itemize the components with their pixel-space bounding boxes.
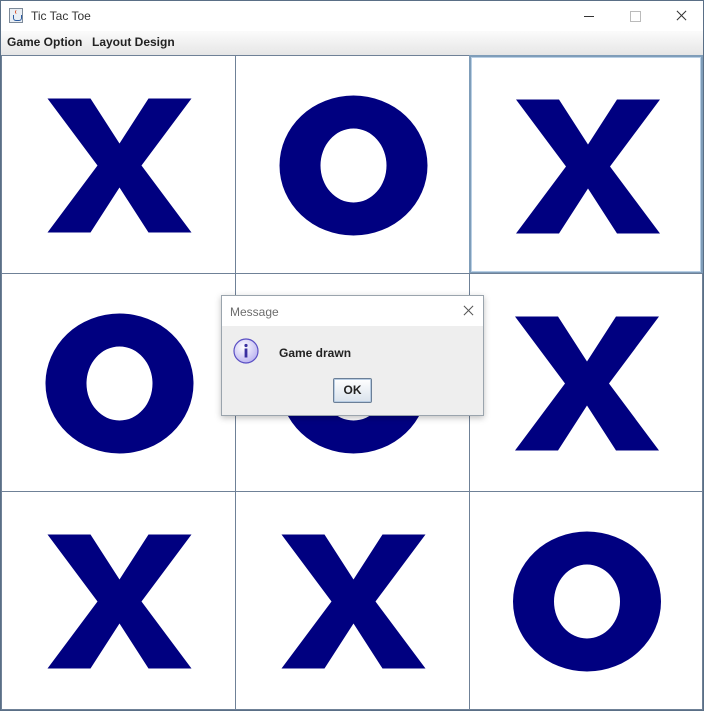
o-mark-icon (279, 95, 428, 236)
board-cell-8[interactable] (235, 491, 470, 710)
close-button[interactable] (658, 1, 703, 31)
window-title: Tic Tac Toe (31, 9, 91, 23)
cell-mark (281, 534, 426, 669)
cell-mark (516, 99, 660, 234)
board-cell-1[interactable] (1, 55, 236, 274)
cell-mark (47, 534, 192, 669)
x-mark-icon (516, 99, 660, 234)
dialog-message: Game drawn (279, 346, 352, 360)
board-cell-6[interactable] (469, 273, 703, 492)
dialog-close-button[interactable] (453, 296, 483, 326)
board-cell-7[interactable] (1, 491, 236, 710)
app-window: Tic Tac Toe Game Option Layout Design Me… (0, 0, 704, 711)
x-mark-icon (47, 534, 192, 669)
cell-mark (45, 313, 194, 454)
x-mark-icon (281, 534, 426, 669)
menu-layout-design[interactable]: Layout Design (92, 35, 175, 49)
o-mark-icon (513, 531, 661, 672)
o-mark-icon (45, 313, 194, 454)
message-dialog: Message Game drawn OK (221, 295, 484, 416)
info-icon (233, 338, 259, 364)
maximize-button[interactable] (612, 1, 658, 31)
board-cell-2[interactable] (235, 55, 470, 274)
board-cell-3[interactable] (469, 55, 703, 274)
ok-button[interactable]: OK (333, 378, 372, 403)
menu-bar: Game Option Layout Design (1, 31, 703, 55)
title-bar: Tic Tac Toe (1, 1, 703, 31)
menu-game-option[interactable]: Game Option (7, 35, 82, 49)
x-mark-icon (515, 316, 659, 451)
cell-mark (279, 95, 428, 236)
dialog-title-bar: Message (222, 296, 483, 326)
cell-mark (515, 316, 659, 451)
dialog-title: Message (230, 305, 279, 319)
x-mark-icon (47, 98, 192, 233)
java-cup-icon (9, 8, 23, 23)
minimize-button[interactable] (566, 1, 612, 31)
board-cell-9[interactable] (469, 491, 703, 710)
cell-mark (513, 531, 661, 672)
cell-mark (47, 98, 192, 233)
board-cell-4[interactable] (1, 273, 236, 492)
